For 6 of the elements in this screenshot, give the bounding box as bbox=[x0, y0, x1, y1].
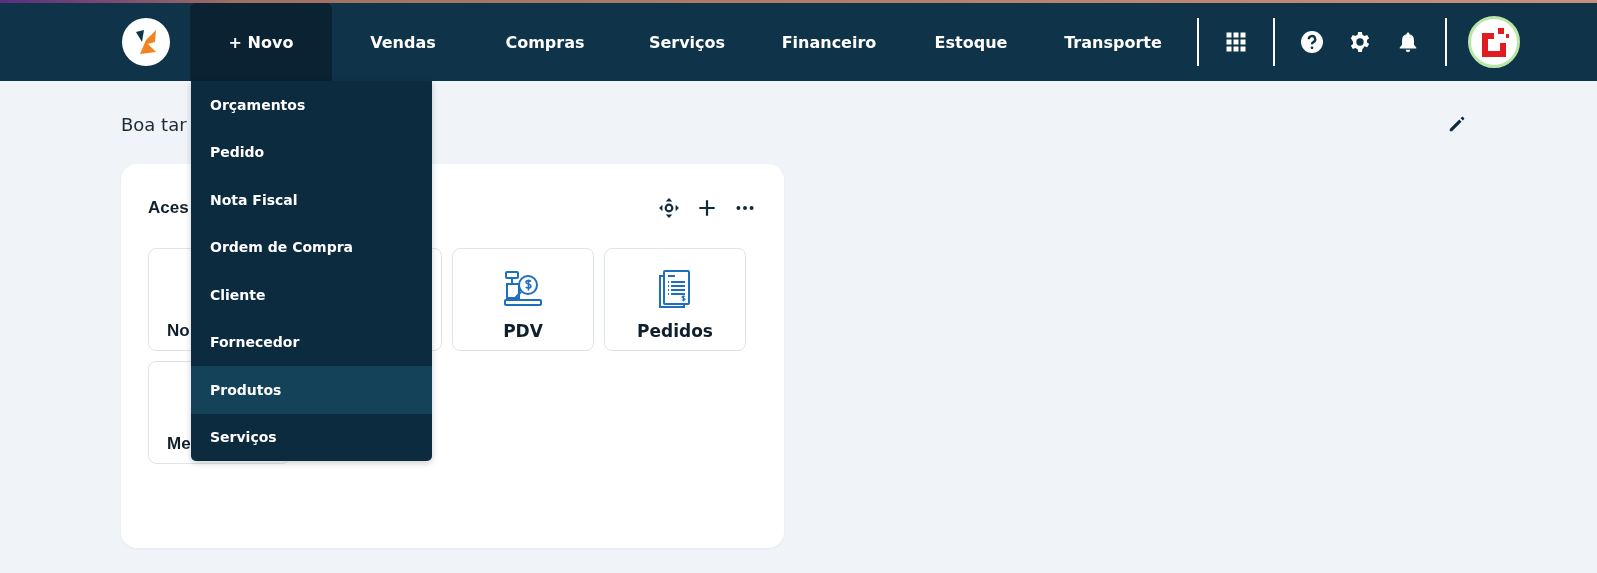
tile-label: PDV bbox=[503, 321, 543, 341]
tile-label: Me bbox=[167, 434, 191, 454]
greeting-text: Boa tar bbox=[121, 113, 187, 135]
tile-label: No bbox=[167, 321, 190, 341]
tile-label: Pedidos bbox=[637, 321, 713, 341]
card-title: Aces bbox=[148, 198, 189, 218]
